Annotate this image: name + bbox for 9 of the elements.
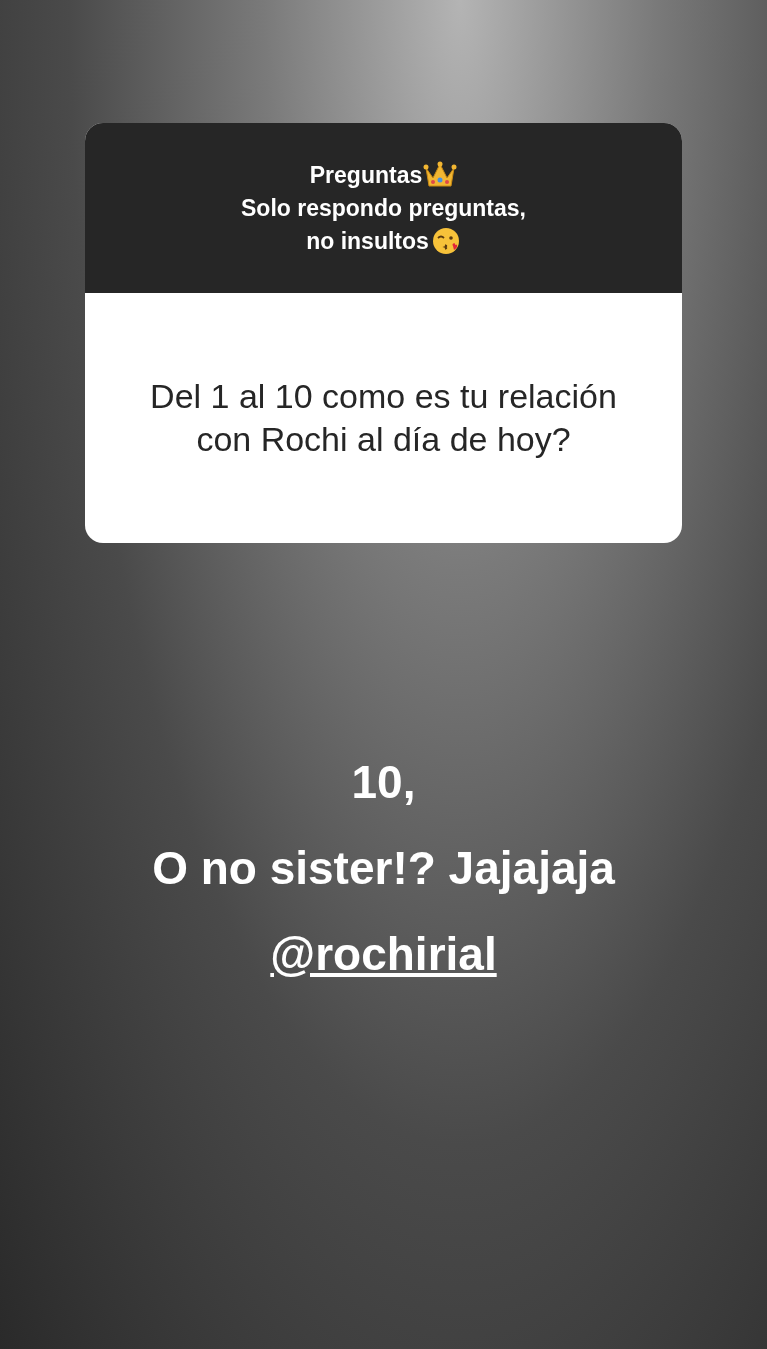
card-subtitle: no insultos xyxy=(306,226,429,256)
mention-link[interactable]: @rochirial xyxy=(270,911,497,997)
answer-text: 10, xyxy=(351,755,416,810)
kiss-face-icon xyxy=(430,226,461,256)
answer-text: O no sister!? Jajajaja xyxy=(152,841,615,896)
card-subtitle: Solo respondo preguntas, xyxy=(241,193,526,223)
card-title: Preguntas xyxy=(309,160,423,190)
crown-icon xyxy=(423,160,458,190)
question-text: Del 1 al 10 como es tu relación con Rochi al día de hoy? xyxy=(149,376,618,460)
